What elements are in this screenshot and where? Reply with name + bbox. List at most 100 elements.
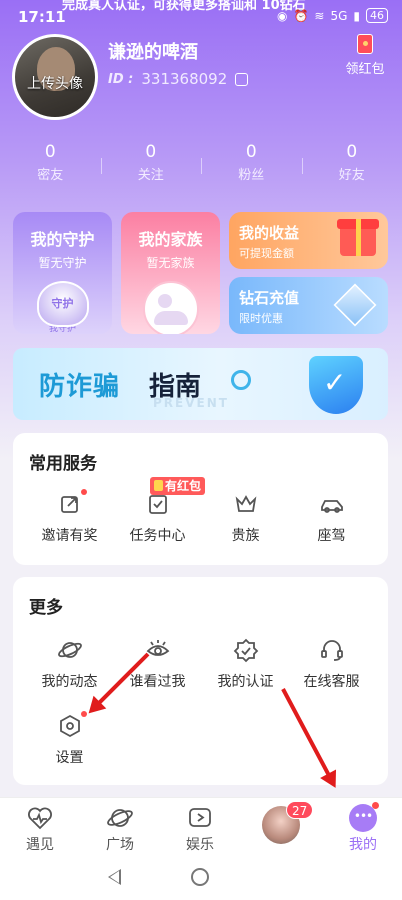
tab-square-label: 广场 — [106, 837, 134, 853]
guard-badge-text: 守护 — [51, 297, 74, 310]
car-icon — [319, 491, 345, 517]
tab-me[interactable]: 我的 — [333, 804, 393, 854]
nobility-item[interactable]: 贵族 — [199, 491, 292, 545]
stat-label: 关注 — [137, 168, 164, 183]
family-title: 我的家族 — [138, 230, 203, 249]
shield-check-icon — [309, 356, 363, 414]
family-group-icon — [142, 281, 199, 334]
common-services-panel: 常用服务 邀请有奖 任务中心 贵族 座驾 — [13, 433, 388, 565]
play-icon — [186, 804, 214, 832]
stat-friends[interactable]: 0 好友 — [301, 142, 402, 183]
guard-subtitle: 暂无守护 — [38, 256, 87, 270]
battery-indicator: 46 — [366, 8, 388, 23]
family-subtitle: 暂无家族 — [146, 256, 195, 270]
common-services-title: 常用服务 — [29, 454, 97, 474]
share-icon — [57, 489, 87, 517]
who-viewed-me-item[interactable]: 谁看过我 — [111, 637, 204, 691]
more-title: 更多 — [29, 598, 63, 618]
stat-value: 0 — [44, 142, 56, 162]
alarm-icon: ⏰ — [293, 8, 309, 23]
eye-icon — [145, 637, 171, 663]
car-label: 座驾 — [317, 528, 346, 544]
crown-icon — [233, 491, 259, 517]
red-packet-button[interactable]: 领红包 — [340, 34, 390, 77]
banner-title-part1: 防诈骗 — [39, 372, 121, 402]
stat-label: 粉丝 — [238, 168, 265, 183]
diamond-recharge-card[interactable]: 钻石充值 限时优惠 — [229, 277, 388, 334]
my-verification-item[interactable]: 我的认证 — [199, 637, 292, 691]
tab-entertainment-label: 娱乐 — [186, 837, 214, 853]
signal-label: 5G — [330, 8, 348, 23]
my-posts-item[interactable]: 我的动态 — [23, 637, 116, 691]
online-support-label: 在线客服 — [303, 674, 360, 690]
red-packet-tag: 有红包 — [150, 477, 206, 495]
car-item[interactable]: 座驾 — [285, 491, 378, 545]
income-title: 我的收益 — [239, 224, 300, 242]
planet-icon — [57, 637, 83, 663]
task-center-label: 任务中心 — [129, 528, 186, 544]
income-subtitle: 可提现金额 — [239, 247, 294, 260]
settings-item[interactable]: 设置 — [23, 711, 116, 767]
stat-label: 密友 — [37, 168, 64, 183]
status-bar: 17:11 完成真人认证，可获得更多搭讪和 10钻石 ◉ ⏰ ≋ 5G ▮ 46 — [0, 0, 402, 28]
heart-pulse-icon — [26, 804, 54, 832]
message-count-badge: 27 — [286, 801, 314, 819]
tab-meet[interactable]: 遇见 — [10, 804, 70, 854]
invite-reward-item[interactable]: 邀请有奖 — [23, 489, 116, 545]
tab-me-label: 我的 — [349, 837, 377, 853]
red-packet-tag-text: 有红包 — [165, 479, 202, 493]
upload-avatar-button[interactable]: 上传头像 — [12, 34, 98, 120]
nobility-label: 贵族 — [231, 528, 260, 544]
status-icons: ◉ ⏰ ≋ 5G ▮ 46 — [277, 8, 388, 23]
gift-box-icon — [337, 219, 379, 256]
id-prefix: ID : — [108, 71, 134, 87]
signal-icon: ▮ — [353, 8, 360, 23]
bottom-tabbar: 遇见 广场 娱乐 我的 — [0, 797, 402, 859]
anti-fraud-banner[interactable]: 防诈骗 指南 PREVENT — [13, 348, 388, 420]
system-nav-bar — [0, 859, 402, 900]
magnifier-icon — [231, 370, 251, 390]
my-verification-label: 我的认证 — [217, 674, 274, 690]
user-id-row: ID : 331368092 — [108, 70, 249, 88]
back-icon[interactable] — [108, 869, 121, 885]
verify-banner-text: 完成真人认证，可获得更多搭讪和 10钻石 — [62, 0, 306, 13]
guard-title: 我的守护 — [30, 230, 95, 249]
copy-icon[interactable] — [235, 72, 249, 86]
new-dot — [80, 489, 87, 495]
red-envelope-icon — [357, 34, 373, 54]
diamond-subtitle: 限时优惠 — [239, 312, 283, 325]
tab-meet-label: 遇见 — [26, 837, 54, 853]
settings-icon — [57, 711, 87, 739]
stat-close-friends[interactable]: 0 密友 — [0, 142, 101, 183]
red-packet-label: 领红包 — [345, 62, 385, 77]
my-family-card[interactable]: 我的家族 暂无家族 — [121, 212, 220, 334]
username: 谦逊的啤酒 — [108, 42, 198, 63]
stat-fans[interactable]: 0 粉丝 — [201, 142, 302, 183]
headset-icon — [319, 637, 345, 663]
stat-following[interactable]: 0 关注 — [100, 142, 202, 183]
stat-value: 0 — [245, 142, 257, 162]
wifi-icon: ≋ — [314, 8, 325, 23]
home-icon[interactable] — [191, 868, 209, 886]
more-panel: 更多 我的动态 谁看过我 我的认证 在线客服 设置 — [13, 577, 388, 785]
tab-square[interactable]: 广场 — [90, 804, 150, 854]
tab-entertainment[interactable]: 娱乐 — [170, 804, 230, 854]
my-guard-card[interactable]: 我的守护 暂无守护 守护 我守护 — [13, 212, 112, 334]
red-envelope-icon — [154, 480, 163, 491]
badge-check-icon — [233, 637, 259, 663]
new-dot — [80, 711, 87, 717]
invite-reward-label: 邀请有奖 — [41, 528, 98, 544]
online-support-item[interactable]: 在线客服 — [285, 637, 378, 691]
my-income-card[interactable]: 我的收益 可提现金额 — [229, 212, 388, 269]
stat-label: 好友 — [338, 168, 365, 183]
status-time: 17:11 — [18, 8, 66, 26]
diamond-icon — [333, 283, 377, 327]
task-center-item[interactable]: 任务中心 — [111, 491, 204, 545]
stat-value: 0 — [346, 142, 358, 162]
banner-watermark: PREVENT — [153, 396, 229, 410]
my-posts-label: 我的动态 — [41, 674, 98, 690]
settings-label: 设置 — [55, 750, 84, 766]
user-id: 331368092 — [141, 70, 228, 88]
diamond-title: 钻石充值 — [239, 289, 300, 307]
upload-avatar-label: 上传头像 — [27, 76, 83, 92]
